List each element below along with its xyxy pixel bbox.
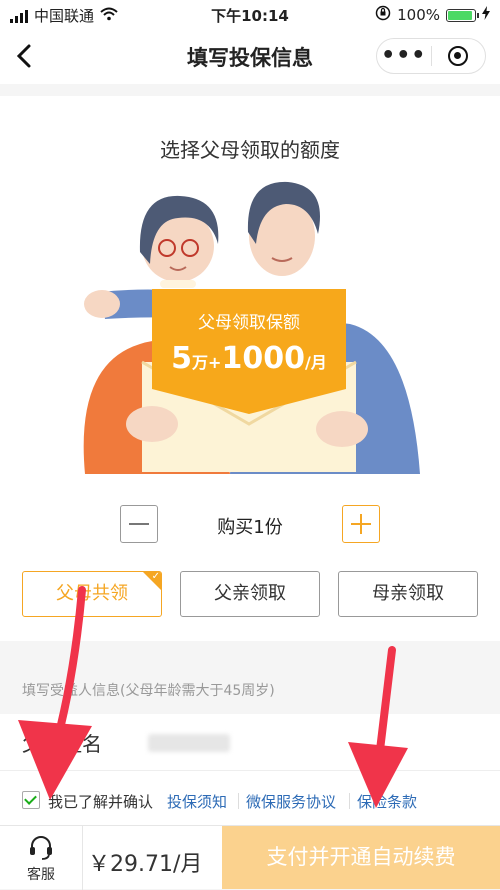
check-icon: ✓ <box>151 571 160 582</box>
headset-icon <box>30 836 52 860</box>
bottom-divider <box>82 826 83 890</box>
agreement-row: 我已了解并确认 投保须知 微保服务协议 保险条款 <box>0 770 500 826</box>
pay-and-autorenew-button[interactable]: 支付并开通自动续费 <box>222 826 500 889</box>
quantity-stepper: 购买1份 <box>0 505 500 545</box>
bottom-bar: 客服 ￥29.71/月 支付并开通自动续费 <box>0 825 500 890</box>
close-button[interactable] <box>432 46 486 66</box>
amount-lump-sum: 5 <box>171 341 193 376</box>
father-name-row: 父亲姓名 <box>0 714 500 770</box>
increase-button[interactable] <box>342 505 380 543</box>
agreement-text: 我已了解并确认 <box>48 793 154 811</box>
customer-service-label: 客服 <box>27 867 55 883</box>
insurance-terms-link[interactable]: 保险条款 <box>357 791 417 812</box>
option-label: 母亲领取 <box>372 583 444 604</box>
link-divider <box>349 793 350 809</box>
card-heading: 选择父母领取的额度 <box>160 138 340 162</box>
mini-program-capsule: ••• <box>376 38 486 74</box>
beneficiary-section-label: 填写受益人信息(父母年龄需大于45周岁) <box>22 683 275 699</box>
banner-title: 父母领取保额 <box>198 313 300 333</box>
father-name-field[interactable] <box>148 734 230 752</box>
more-button[interactable]: ••• <box>377 38 431 74</box>
option-label: 父母共领 <box>56 583 128 604</box>
claim-options: 父母共领 ✓ 父亲领取 母亲领取 <box>0 571 500 619</box>
amount-monthly-unit: /月 <box>304 353 327 372</box>
customer-service-button[interactable]: 客服 <box>0 826 82 890</box>
father-name-label: 父亲姓名 <box>22 732 102 756</box>
amount-monthly: 1000 <box>221 341 305 376</box>
amount-lump-unit: 万+ <box>192 353 222 372</box>
option-label: 父亲领取 <box>214 583 286 604</box>
plan-selection-card: 选择父母领取的额度 父母领取保额 5万+1000/月 购买1份 父母共领 ✓ 父… <box>0 96 500 641</box>
option-mother[interactable]: 母亲领取 <box>338 571 478 617</box>
coverage-amount: 5万+1000/月 <box>152 341 346 376</box>
option-both-parents[interactable]: 父母共领 ✓ <box>22 571 162 617</box>
option-father[interactable]: 父亲领取 <box>180 571 320 617</box>
orientation-lock-icon <box>375 5 391 25</box>
agreement-checkbox[interactable] <box>22 791 40 809</box>
quantity-label: 购买1份 <box>217 517 283 538</box>
link-divider <box>238 793 239 809</box>
price-label: ￥29.71/月 <box>88 852 203 877</box>
charging-icon <box>482 6 490 24</box>
policy-notice-link[interactable]: 投保须知 <box>167 791 227 812</box>
navigation-bar: 填写投保信息 ••• <box>0 28 500 84</box>
battery-icon <box>446 8 479 22</box>
service-agreement-link[interactable]: 微保服务协议 <box>246 791 336 812</box>
battery-percent: 100% <box>397 6 440 24</box>
close-target-icon <box>448 46 469 66</box>
status-bar: 中国联通 下午10:14 100% <box>0 0 500 28</box>
